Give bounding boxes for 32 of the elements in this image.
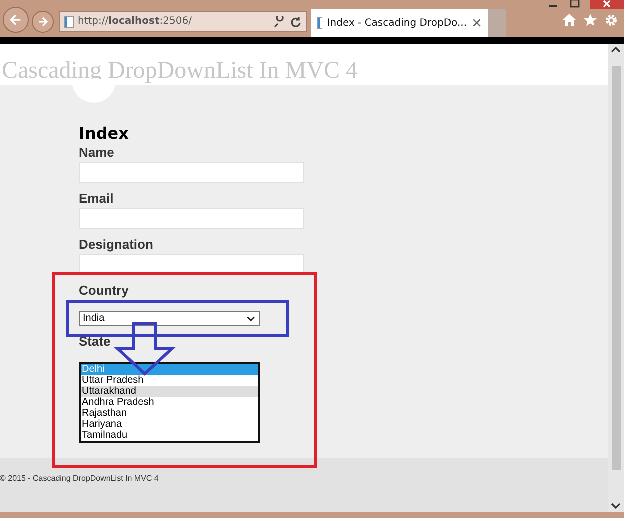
- page-heading: Index: [79, 124, 130, 143]
- site-title: Cascading DropDownList In MVC 4: [2, 58, 358, 84]
- field-label: State: [79, 335, 111, 349]
- down-arrow: [114, 322, 176, 376]
- refresh-icon[interactable]: [290, 16, 302, 28]
- list-option[interactable]: Uttarakhand: [81, 386, 258, 397]
- country-dropdown[interactable]: India: [79, 311, 260, 326]
- left-arrow-icon: [9, 13, 23, 27]
- address-bar[interactable]: http://localhost:2506/: [59, 11, 307, 32]
- page-icon: [317, 17, 322, 29]
- home-icon[interactable]: [563, 14, 576, 26]
- search-icon[interactable]: [274, 16, 286, 28]
- scrollbar[interactable]: [608, 44, 624, 512]
- text-input[interactable]: [79, 208, 304, 229]
- state-listbox[interactable]: Delhi Uttar Pradesh Uttarakhand Andhra Pradesh Rajasthan Hariyana Tamilnadu: [79, 362, 260, 443]
- browser-tab[interactable]: Index - Cascading DropDo...: [311, 9, 488, 37]
- field-label: Email: [79, 192, 114, 206]
- right-arrow-icon: [37, 16, 49, 28]
- close-window-icon[interactable]: [590, 0, 624, 9]
- field-label: Designation: [79, 238, 154, 252]
- close-icon[interactable]: [472, 18, 482, 28]
- maximize-icon[interactable]: [568, 0, 582, 9]
- settings-icon[interactable]: [605, 14, 618, 27]
- back-button[interactable]: [3, 7, 29, 33]
- field-label: Name: [79, 146, 114, 160]
- field-label: Country: [79, 284, 129, 298]
- text-input[interactable]: [79, 162, 304, 183]
- forward-button[interactable]: [32, 11, 54, 33]
- page-icon: [64, 16, 74, 28]
- star-icon[interactable]: [584, 14, 597, 26]
- url-text: http://localhost:2506/: [78, 16, 193, 27]
- footer-text: © 2015 - Cascading DropDownList In MVC 4: [0, 474, 159, 483]
